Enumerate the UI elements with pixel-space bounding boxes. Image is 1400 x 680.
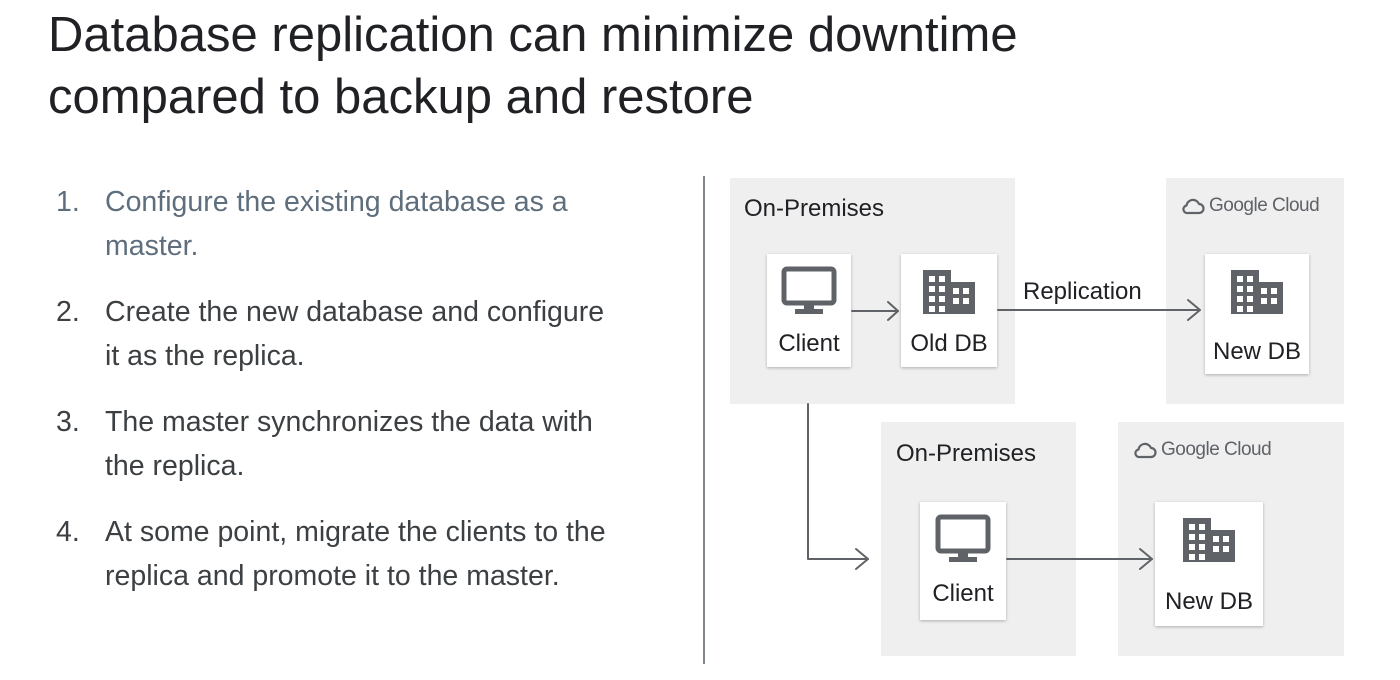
step-number: 3. — [56, 406, 80, 438]
google-cloud-label: Google Cloud — [1161, 439, 1272, 460]
google-cloud-label: Google Cloud — [1209, 195, 1320, 216]
new-db-label: New DB — [1212, 338, 1302, 365]
client-label: Client — [778, 330, 840, 357]
step-text-line-1: Create the new database and configure — [105, 296, 605, 328]
google-cloud-logo-icon — [1182, 198, 1205, 215]
client-card-before: Client — [767, 254, 851, 367]
google-cloud-logo: Google Cloud — [1133, 439, 1272, 461]
building-icon — [1231, 270, 1283, 314]
client-label: Client — [932, 580, 994, 607]
monitor-icon — [935, 514, 991, 562]
on-premises-label: On-Premises — [744, 195, 885, 222]
step-text-line-1: Configure the existing database as a — [105, 186, 568, 218]
step-text-line-2: the replica. — [105, 450, 245, 482]
on-premises-label: On-Premises — [896, 440, 1037, 467]
step-text-line-1: At some point, migrate the clients to th… — [105, 516, 606, 548]
slide-title: Database replication can minimize downti… — [48, 4, 1348, 128]
slide-title-line-2: compared to backup and restore — [48, 70, 754, 124]
client-card-after: Client — [920, 502, 1006, 620]
google-cloud-logo: Google Cloud — [1181, 195, 1320, 217]
step-text-line-2: master. — [105, 230, 199, 262]
step-number: 1. — [56, 186, 80, 218]
step-number: 2. — [56, 296, 80, 328]
building-icon — [923, 270, 975, 314]
step-text-line-2: replica and promote it to the master. — [105, 560, 560, 592]
new-db-card-after: New DB — [1155, 502, 1263, 626]
step-text-line-2: it as the replica. — [105, 340, 305, 372]
migration-arrow — [807, 403, 869, 570]
new-db-card-before: New DB — [1205, 254, 1309, 374]
step-number: 4. — [56, 516, 80, 548]
slide-title-line-1: Database replication can minimize downti… — [48, 8, 1018, 62]
old-db-label: Old DB — [910, 330, 988, 357]
new-db-label: New DB — [1164, 588, 1254, 615]
vertical-divider — [703, 176, 705, 664]
replication-label: Replication — [1023, 278, 1142, 305]
building-icon — [1183, 518, 1235, 562]
step-text-line-1: The master synchronizes the data with — [105, 406, 593, 438]
monitor-icon — [781, 266, 837, 314]
google-cloud-logo-icon — [1134, 442, 1157, 459]
old-db-card: Old DB — [901, 254, 997, 367]
